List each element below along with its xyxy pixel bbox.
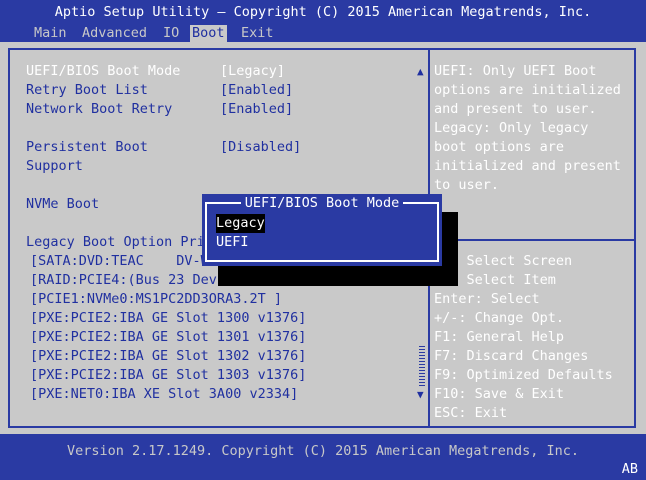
help-line: UEFI: Only UEFI Boot xyxy=(434,63,597,79)
boot-option-item[interactable]: [SATA:DVD:TEAC DV-W xyxy=(30,252,209,271)
dialog-option-legacy[interactable]: Legacy xyxy=(216,214,265,233)
boot-option-item[interactable]: [PXE:PCIE2:IBA GE Slot 1303 v1376] xyxy=(30,366,306,385)
setting-label-retry-boot-list[interactable]: Retry Boot List xyxy=(26,81,148,100)
setting-label-network-boot-retry[interactable]: Network Boot Retry xyxy=(26,100,172,119)
key-hint: F1: General Help xyxy=(434,329,565,345)
scroll-down-icon[interactable]: ▼ xyxy=(417,385,424,404)
setting-label-boot-mode[interactable]: UEFI/BIOS Boot Mode xyxy=(26,62,180,81)
help-line: and present to user. xyxy=(434,101,597,117)
help-divider xyxy=(430,239,636,241)
dialog-option-uefi[interactable]: UEFI xyxy=(216,233,249,252)
boot-option-item[interactable]: [RAID:PCIE4:(Bus 23 Dev xyxy=(30,271,217,290)
key-hint: Enter: Select xyxy=(434,291,540,307)
menu-advanced[interactable]: Advanced xyxy=(80,25,149,42)
setting-value-boot-mode[interactable]: [Legacy] xyxy=(220,62,285,81)
help-line: options are initialized xyxy=(434,82,621,98)
menu-io[interactable]: IO xyxy=(161,25,181,42)
menu-bar: Main Advanced IO Boot Exit xyxy=(0,25,646,42)
setting-value-persistent-boot[interactable]: [Disabled] xyxy=(220,138,301,157)
help-line: boot options are xyxy=(434,139,565,155)
setting-label-persistent-boot[interactable]: Persistent Boot xyxy=(26,138,148,157)
title-bar: Aptio Setup Utility – Copyright (C) 2015… xyxy=(0,0,646,25)
key-hint: F9: Optimized Defaults xyxy=(434,367,613,383)
menu-main[interactable]: Main xyxy=(32,25,69,42)
setting-value-retry-boot-list[interactable]: [Enabled] xyxy=(220,81,293,100)
key-hint: F7: Discard Changes xyxy=(434,348,589,364)
menu-boot[interactable]: Boot xyxy=(190,25,227,42)
legacy-boot-header: Legacy Boot Option Pri xyxy=(26,234,205,250)
version-text: Version 2.17.1249. Copyright (C) 2015 Am… xyxy=(66,443,580,459)
help-line: initialized and present xyxy=(434,158,621,174)
boot-mode-dialog[interactable]: UEFI/BIOS Boot Mode Legacy UEFI xyxy=(202,194,442,266)
boot-option-item[interactable]: [PCIE1:NVMe0:MS1PC2DD3ORA3.2T ] xyxy=(30,290,282,309)
key-hint: +/-: Change Opt. xyxy=(434,310,565,326)
setting-label-nvme-boot[interactable]: NVMe Boot xyxy=(26,195,99,214)
boot-option-item[interactable]: [PXE:PCIE2:IBA GE Slot 1301 v1376] xyxy=(30,328,306,347)
help-line: Legacy: Only legacy xyxy=(434,120,589,136)
boot-option-item[interactable]: [PXE:PCIE2:IBA GE Slot 1300 v1376] xyxy=(30,309,306,328)
dialog-title: UEFI/BIOS Boot Mode xyxy=(202,194,442,213)
corner-badge: AB xyxy=(621,461,638,477)
key-hint: ESC: Exit xyxy=(434,405,508,421)
boot-option-item[interactable]: [PXE:PCIE2:IBA GE Slot 1302 v1376] xyxy=(30,347,306,366)
dialog-title-text: UEFI/BIOS Boot Mode xyxy=(240,195,404,211)
app-title: Aptio Setup Utility – Copyright (C) 2015… xyxy=(54,4,592,20)
footer-bar: Version 2.17.1249. Copyright (C) 2015 Am… xyxy=(0,434,646,480)
help-line: to user. xyxy=(434,177,500,193)
setting-label-support: Support xyxy=(26,158,83,174)
scroll-thumb[interactable] xyxy=(419,346,425,386)
boot-option-item[interactable]: [PXE:NET0:IBA XE Slot 3A00 v2334] xyxy=(30,385,298,404)
menu-exit[interactable]: Exit xyxy=(239,25,276,42)
key-hint: F10: Save & Exit xyxy=(434,386,565,402)
setting-value-network-boot-retry[interactable]: [Enabled] xyxy=(220,100,293,119)
